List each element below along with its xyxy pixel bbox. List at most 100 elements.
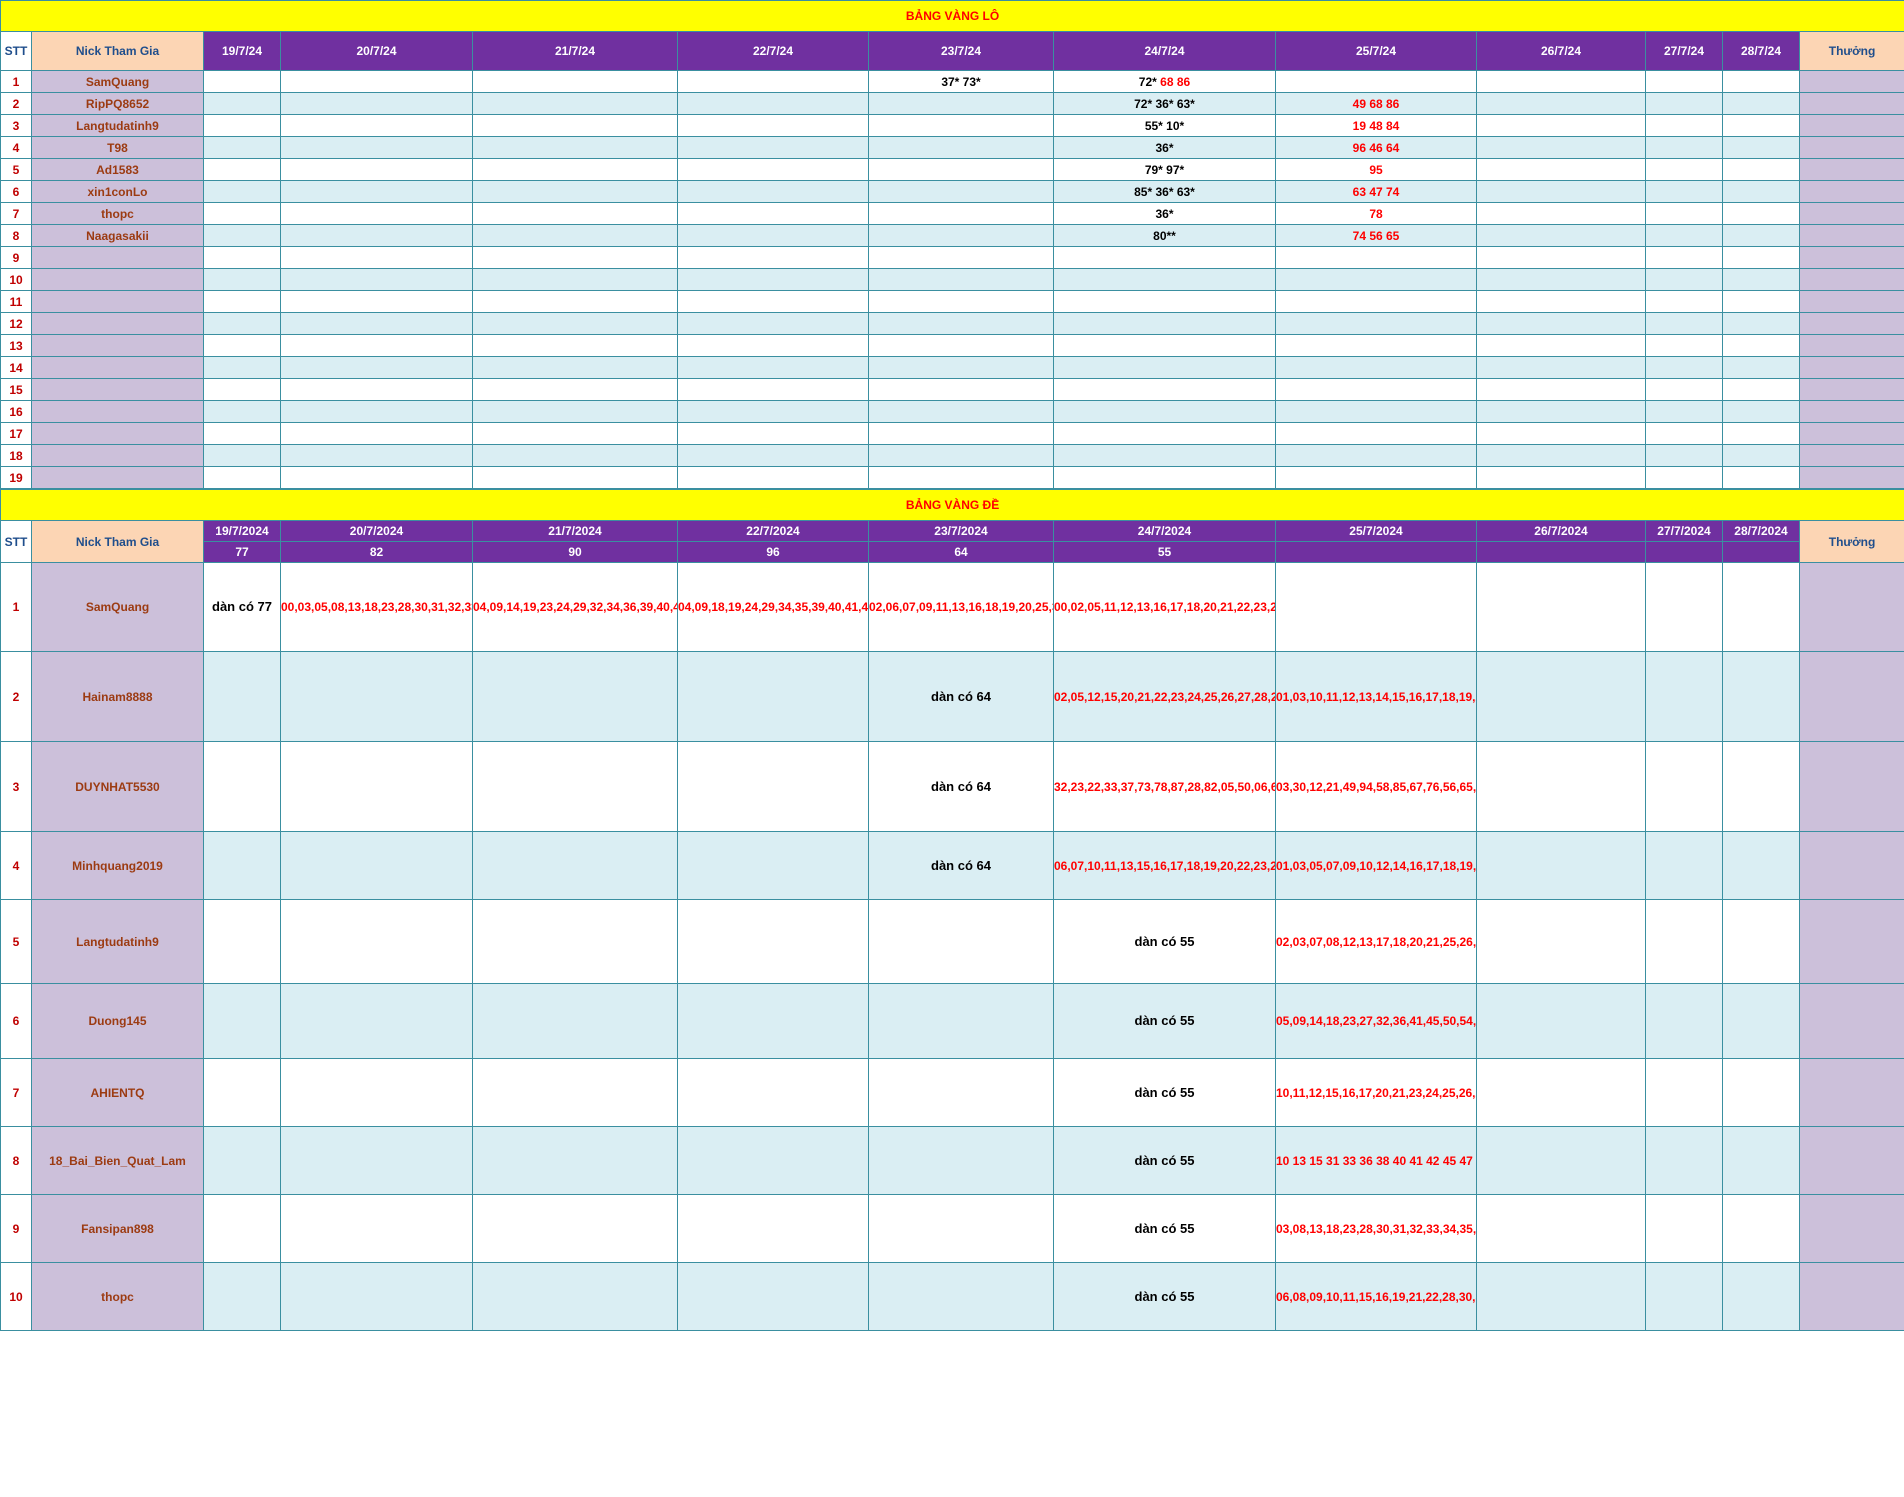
de-day-cell xyxy=(203,651,281,742)
de-day-cell xyxy=(280,1126,473,1195)
lo-thuong-cell xyxy=(1798,158,1904,181)
lo-date-header: 22/7/24 xyxy=(677,31,869,71)
de-numbers-text: 01,03,10,11,12,13,14,15,16,17,18,19,21,2… xyxy=(1276,689,1476,704)
lo-day-cell xyxy=(677,400,869,423)
de-day-cell: 01,03,10,11,12,13,14,15,16,17,18,19,21,2… xyxy=(1275,651,1477,742)
lo-day-cell: 79* 97* xyxy=(1053,158,1276,181)
de-day-cell: dàn có 55 xyxy=(1053,1262,1276,1331)
lo-day-cell xyxy=(1275,334,1477,357)
de-numbers-text: 03,08,13,18,23,28,30,31,32,33,34,35,36,3… xyxy=(1276,1221,1477,1236)
lo-stt-cell: 10 xyxy=(0,268,32,291)
lo-day-cell xyxy=(1645,180,1723,203)
de-numbers-text: 06,08,09,10,11,15,16,19,21,22,28,30,33,3… xyxy=(1276,1289,1476,1304)
de-nick-cell: DUYNHAT5530 xyxy=(31,741,204,832)
lo-stt-cell: 14 xyxy=(0,356,32,379)
de-day-cell xyxy=(1476,831,1646,900)
de-thuong-cell xyxy=(1798,983,1904,1059)
lo-thuong-cell xyxy=(1798,334,1904,357)
lo-day-cell xyxy=(203,70,281,93)
lo-day-cell xyxy=(1722,290,1800,313)
lo-stt-cell: 18 xyxy=(0,444,32,467)
lo-stt-header: STT xyxy=(0,31,32,71)
lo-day-cell xyxy=(677,268,869,291)
lo-day-cell xyxy=(472,444,678,467)
de-stt-cell: 6 xyxy=(0,983,32,1059)
de-result: 55 xyxy=(1053,541,1276,563)
lo-pick-text: 72* 36* 63* xyxy=(1134,96,1195,111)
lo-thuong-cell xyxy=(1798,312,1904,335)
de-day-cell xyxy=(472,831,678,900)
de-nick-header: Nick Tham Gia xyxy=(31,520,204,563)
de-day-cell xyxy=(1722,831,1800,900)
de-day-cell xyxy=(1645,651,1723,742)
lo-day-cell xyxy=(868,312,1054,335)
de-stt-cell: 9 xyxy=(0,1194,32,1263)
de-stt-cell: 7 xyxy=(0,1058,32,1127)
lo-day-cell xyxy=(1275,466,1477,489)
de-dan-text: dàn có 55 xyxy=(1134,1013,1195,1028)
de-thuong-cell xyxy=(1798,1126,1904,1195)
de-day-cell xyxy=(677,1262,869,1331)
lo-day-cell xyxy=(280,224,473,247)
lo-day-cell xyxy=(203,290,281,313)
lo-thuong-cell xyxy=(1798,92,1904,115)
lo-stt-cell: 6 xyxy=(0,180,32,203)
lo-day-cell xyxy=(868,466,1054,489)
lo-date-header: 21/7/24 xyxy=(472,31,678,71)
lo-day-cell xyxy=(280,246,473,269)
lo-table-row: 10 xyxy=(0,268,1904,291)
lo-day-cell xyxy=(677,312,869,335)
lo-table-row: 4 T98 36* 96 46 64 xyxy=(0,136,1904,159)
lo-day-cell: 72* 68 86 xyxy=(1053,70,1276,93)
de-result xyxy=(1476,541,1646,563)
lo-stt-cell: 9 xyxy=(0,246,32,269)
lo-day-cell xyxy=(1722,312,1800,335)
de-stt-cell: 4 xyxy=(0,831,32,900)
lo-nick-cell xyxy=(31,400,204,423)
lo-day-cell xyxy=(677,114,869,137)
de-day-cell xyxy=(677,899,869,984)
lo-pick-text: 63 47 74 xyxy=(1352,184,1400,199)
de-day-cell xyxy=(868,899,1054,984)
lo-day-cell xyxy=(203,378,281,401)
lo-day-cell xyxy=(203,180,281,203)
de-day-cell xyxy=(472,741,678,832)
lo-day-cell: 36* xyxy=(1053,136,1276,159)
de-day-cell: 04,09,18,19,24,29,34,35,39,40,41,42,43,4… xyxy=(677,562,869,652)
lo-body: 1 SamQuang 37* 73* 72* 68 86 2 RipPQ8652 72* 3… xyxy=(0,70,1904,489)
lo-day-cell xyxy=(1476,224,1646,247)
lo-day-cell xyxy=(203,246,281,269)
de-table-row: 6 Duong145 dàn có 55 05,09,14,18,23,27,32,3… xyxy=(0,983,1904,1059)
de-numbers-text: 04,09,18,19,24,29,34,35,39,40,41,42,43,4… xyxy=(678,600,869,614)
de-day-cell xyxy=(1476,1262,1646,1331)
lo-day-cell xyxy=(677,224,869,247)
de-day-cell xyxy=(868,1126,1054,1195)
de-day-cell xyxy=(1476,741,1646,832)
lo-day-cell xyxy=(1053,466,1276,489)
lo-day-cell xyxy=(1645,290,1723,313)
lo-date-header: 20/7/24 xyxy=(280,31,473,71)
lo-pick-text: 95 xyxy=(1369,162,1383,177)
lo-date-header: 19/7/24 xyxy=(203,31,281,71)
de-date-header: 26/7/2024 xyxy=(1476,520,1646,542)
lo-day-cell xyxy=(677,92,869,115)
de-day-cell xyxy=(203,741,281,832)
lo-nick-cell xyxy=(31,334,204,357)
de-day-cell xyxy=(1645,562,1723,652)
de-table-row: 1 SamQuang dàn có 77 00,03,05,08,13,18,23,2… xyxy=(0,562,1904,652)
de-day-cell: 02,03,07,08,12,13,17,18,20,21,25,26,30,3… xyxy=(1275,899,1477,984)
de-day-cell xyxy=(1476,651,1646,742)
de-numbers-text: 06,07,10,11,13,15,16,17,18,19,20,22,23,2… xyxy=(1054,858,1275,873)
lo-day-cell xyxy=(1645,466,1723,489)
de-day-cell xyxy=(1645,1058,1723,1127)
lo-day-cell xyxy=(1275,356,1477,379)
lo-day-cell xyxy=(203,114,281,137)
lo-day-cell xyxy=(1476,444,1646,467)
lo-day-cell xyxy=(1722,202,1800,225)
de-thuong-cell xyxy=(1798,899,1904,984)
lo-day-cell xyxy=(472,400,678,423)
de-nick-cell: Duong145 xyxy=(31,983,204,1059)
lo-day-cell: 96 46 64 xyxy=(1275,136,1477,159)
lo-day-cell xyxy=(472,466,678,489)
lo-nick-cell: RipPQ8652 xyxy=(31,92,204,115)
